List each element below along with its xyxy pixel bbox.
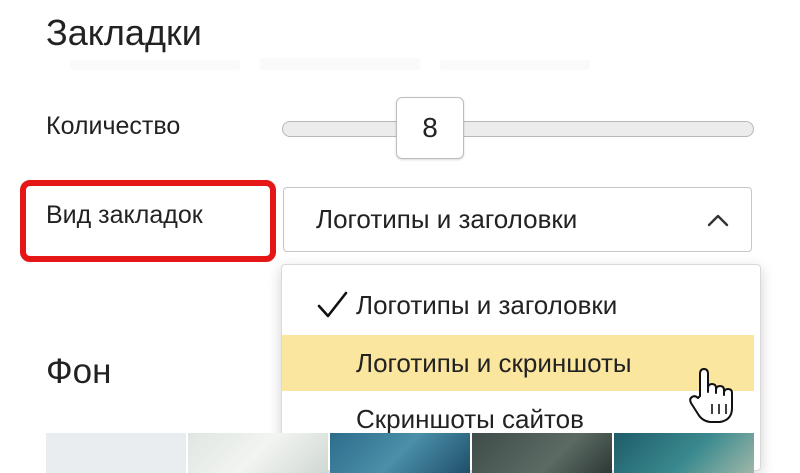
background-title: Фон xyxy=(46,352,112,391)
bookmarks-title: Закладки xyxy=(46,12,202,53)
dropdown-option-logos-titles[interactable]: Логотипы и заголовки xyxy=(282,277,754,333)
highlight-outline xyxy=(20,180,276,262)
background-thumbnail[interactable] xyxy=(330,433,470,473)
view-select-value: Логотипы и заголовки xyxy=(316,204,578,234)
view-select[interactable]: Логотипы и заголовки xyxy=(283,187,752,252)
hand-pointer-icon xyxy=(689,368,733,423)
count-slider-track[interactable] xyxy=(282,121,754,137)
count-slider-thumb[interactable]: 8 xyxy=(396,97,464,159)
background-thumbnail[interactable] xyxy=(614,433,754,473)
background-thumbnail[interactable] xyxy=(472,433,612,473)
check-icon xyxy=(317,291,348,318)
dropdown-option-label: Логотипы и заголовки xyxy=(356,290,618,320)
background-thumbnail[interactable] xyxy=(188,433,328,473)
dropdown-option-label: Логотипы и скриншоты xyxy=(356,348,632,378)
background-thumbnail[interactable] xyxy=(46,433,186,473)
dropdown-option-label: Скриншоты сайтов xyxy=(356,404,584,434)
faint-background-row xyxy=(60,48,620,88)
dropdown-option-logos-screenshots[interactable]: Логотипы и скриншоты xyxy=(282,335,754,391)
chevron-up-icon xyxy=(707,214,729,227)
count-label: Количество xyxy=(46,112,181,140)
